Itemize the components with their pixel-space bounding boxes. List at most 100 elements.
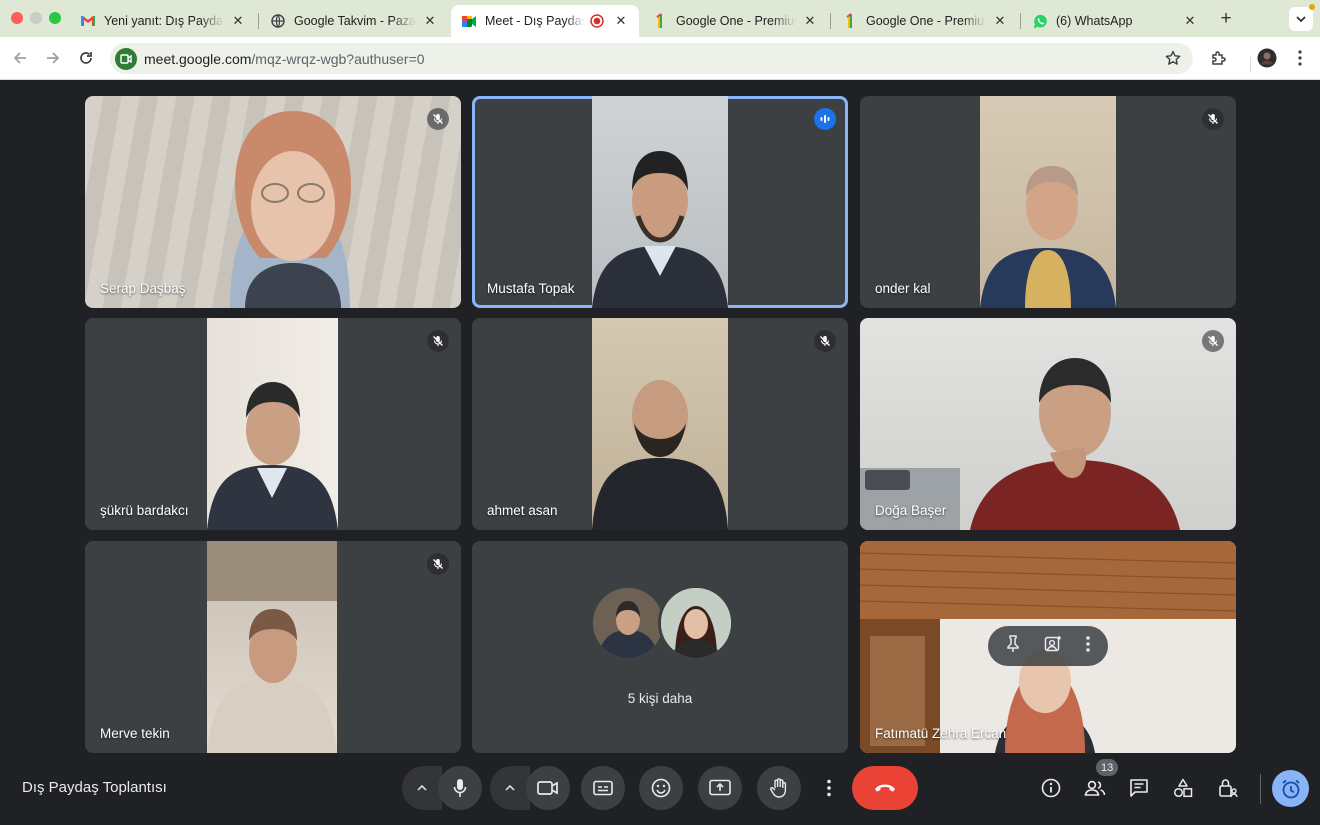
back-button[interactable] [7,45,33,71]
lock-person-icon [1219,779,1238,798]
arrow-right-icon [47,52,60,64]
people-button[interactable] [1081,774,1109,802]
participant-tile[interactable]: onder kal [860,96,1236,308]
meeting-title: Dış Paydaş Toplantısı [22,779,167,796]
camera-button[interactable] [526,766,570,810]
raise-hand-button[interactable] [757,766,801,810]
kebab-menu-icon [827,779,831,797]
chat-button[interactable] [1125,774,1153,802]
microphone-icon [453,779,467,797]
more-options-icon[interactable] [1086,635,1090,657]
participant-video [207,318,338,530]
meet-stage: Serap Daşbaş Mustafa Topak onder kal şük… [0,80,1320,825]
present-screen-button[interactable] [698,766,742,810]
tab-close-icon[interactable]: ✕ [802,13,818,29]
participant-video [592,318,728,530]
meet-control-bar: Dış Paydaş Toplantısı 13 [0,752,1320,825]
window-close-button[interactable] [11,12,23,24]
tab-close-icon[interactable]: ✕ [1182,13,1198,29]
participant-tile[interactable]: Doğa Başer [860,318,1236,530]
participant-name: onder kal [875,281,931,296]
speaking-indicator-icon [814,108,836,130]
video-settings-button[interactable] [490,766,530,810]
whatsapp-icon [1032,13,1048,29]
tab-close-icon[interactable]: ✕ [422,13,438,29]
raise-hand-icon [770,778,787,798]
host-controls-button[interactable] [1214,774,1242,802]
tab-close-icon[interactable]: ✕ [230,13,246,29]
control-divider [1260,774,1261,804]
tab-search-button[interactable] [1289,7,1313,31]
browser-tab-google-one-1[interactable]: Google One - Premium planı ✕ [642,5,828,37]
browser-menu-button[interactable] [1287,45,1313,71]
muted-mic-icon [1202,330,1224,352]
emoji-icon [651,778,671,798]
tab-title: Google Takvim - Pazartesi [294,14,416,28]
window-minimize-button[interactable] [30,12,42,24]
tab-title: Yeni yanıt: Dış Paydaş Toplantısı [104,14,224,28]
activities-button[interactable] [1169,774,1197,802]
address-bar[interactable]: meet.google.com/mqz-wrqz-wgb?authuser=0 [110,43,1193,74]
muted-mic-icon [814,330,836,352]
participant-name: Mustafa Topak [487,281,575,296]
frame-person-icon[interactable] [1044,635,1062,658]
timer-button[interactable] [1272,770,1309,807]
meet-icon [461,13,477,29]
window-zoom-button[interactable] [49,12,61,24]
browser-tab-calendar[interactable]: Google Takvim - Pazartesi ✕ [260,5,448,37]
participant-tile-active-speaker[interactable]: Mustafa Topak [472,96,848,308]
url-text: meet.google.com/mqz-wrqz-wgb?authuser=0 [144,50,425,67]
new-tab-button[interactable]: + [1216,8,1236,29]
more-participants-tile[interactable]: 5 kişi daha [472,541,848,753]
browser-tab-meet[interactable]: Meet - Dış Paydaş Toplantısı ✕ [451,5,639,37]
profile-avatar[interactable] [1254,45,1280,71]
browser-toolbar: meet.google.com/mqz-wrqz-wgb?authuser=0 [0,37,1320,80]
bookmark-star-icon[interactable] [1165,50,1181,71]
leave-call-button[interactable] [852,766,918,810]
extensions-button[interactable] [1205,45,1231,71]
google-one-icon [652,13,668,29]
puzzle-icon [1211,50,1226,65]
gmail-icon [80,13,96,29]
microphone-button[interactable] [438,766,482,810]
recording-icon [589,13,605,29]
present-screen-icon [709,779,731,796]
notification-dot [1309,4,1315,10]
participant-name: Serap Daşbaş [100,281,186,296]
participant-video [207,541,337,753]
chevron-down-icon [1296,15,1306,22]
tab-close-icon[interactable]: ✕ [992,13,1008,29]
pin-icon[interactable] [1006,634,1020,658]
tab-close-icon[interactable]: ✕ [613,13,629,29]
toolbar-divider [1250,57,1251,73]
reactions-button[interactable] [639,766,683,810]
video-camera-icon [537,781,558,795]
avatar [590,585,666,661]
alarm-clock-icon [1281,779,1300,798]
forward-button[interactable] [40,45,66,71]
participant-tile[interactable]: Serap Daşbaş [85,96,461,308]
browser-tab-whatsapp[interactable]: (6) WhatsApp ✕ [1022,5,1208,37]
tile-hover-controls [988,626,1108,666]
participant-tile[interactable]: Merve tekin [85,541,461,753]
participant-avatar-stack [590,585,740,663]
muted-mic-icon [427,108,449,130]
participant-tile[interactable]: ahmet asan [472,318,848,530]
site-info-icon[interactable] [115,47,137,70]
participant-video [980,96,1116,308]
participant-tile[interactable]: şükrü bardakcı [85,318,461,530]
google-one-icon [842,13,858,29]
browser-tab-google-one-2[interactable]: Google One - Premium planı ✕ [832,5,1018,37]
info-icon [1041,778,1061,798]
browser-tab-gmail[interactable]: Yeni yanıt: Dış Paydaş Toplantısı ✕ [70,5,256,37]
captions-button[interactable] [581,766,625,810]
reload-button[interactable] [73,45,99,71]
arrow-left-icon [13,52,26,64]
more-options-button[interactable] [816,766,842,810]
end-call-icon [875,784,895,792]
audio-settings-button[interactable] [402,766,442,810]
participant-tile-self[interactable]: Fatımatü Zehra Ercan [860,541,1236,753]
people-icon [1084,780,1106,796]
meeting-details-button[interactable] [1037,774,1065,802]
participant-name: şükrü bardakcı [100,503,189,518]
